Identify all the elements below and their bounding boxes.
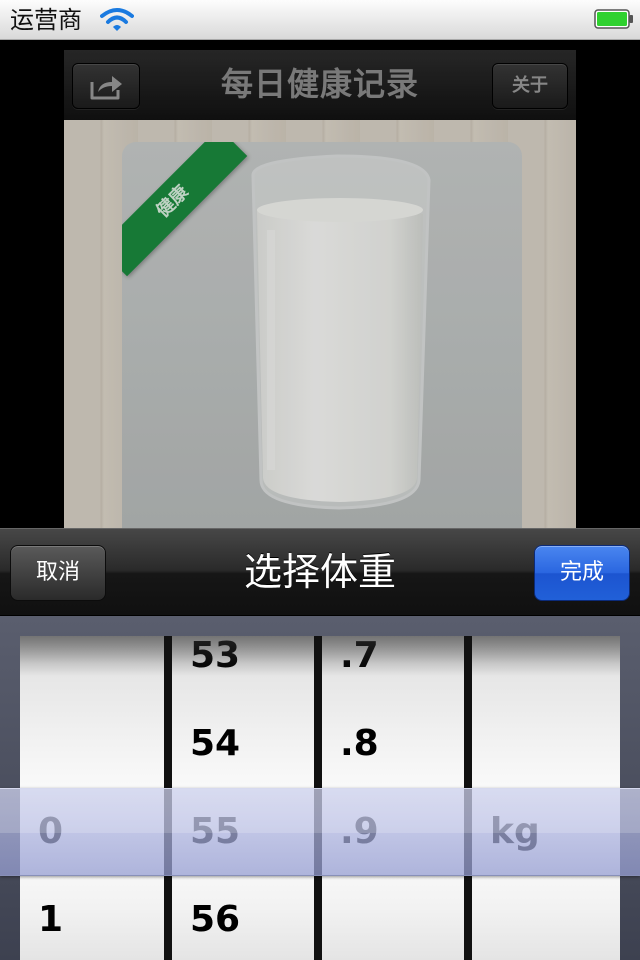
picker-row[interactable]: .8 (322, 700, 464, 788)
picker-row[interactable]: 1 (20, 876, 164, 960)
picker-row[interactable]: 53 (172, 636, 314, 700)
picker-row[interactable]: 56 (172, 876, 314, 960)
picker-wheel-units[interactable]: 53 54 55 56 (172, 636, 314, 960)
picker-wheel-decimal[interactable]: .7 .8 .9 (322, 636, 464, 960)
battery-full-icon (594, 9, 634, 29)
picker-row-selected[interactable]: kg (472, 788, 620, 876)
picker-row[interactable]: 54 (172, 700, 314, 788)
done-button[interactable]: 完成 (534, 545, 630, 601)
picker-row[interactable] (472, 700, 620, 788)
picker-row-selected[interactable]: 0 (20, 788, 164, 876)
picker-row[interactable] (20, 636, 164, 700)
picker-wheel-unit[interactable]: kg (472, 636, 620, 960)
picker-frame: 0 1 53 54 55 56 .7 .8 .9 kg (20, 636, 620, 960)
picker-row[interactable] (322, 876, 464, 960)
picker-toolbar: 取消 选择体重 完成 (0, 528, 640, 616)
picker-row[interactable] (472, 876, 620, 960)
picker-row-selected[interactable]: .9 (322, 788, 464, 876)
picker-row[interactable] (472, 636, 620, 700)
picker-wheel-hundreds[interactable]: 0 1 (20, 636, 164, 960)
wifi-icon (100, 6, 134, 34)
picker-row-selected[interactable]: 55 (172, 788, 314, 876)
weight-picker: 0 1 53 54 55 56 .7 .8 .9 kg (0, 616, 640, 960)
picker-row[interactable] (20, 700, 164, 788)
status-bar: 运营商 (0, 0, 640, 40)
app-screen: 每日健康记录 关于 健康 (64, 50, 576, 528)
picker-row[interactable]: .7 (322, 636, 464, 700)
carrier-name: 运营商 (10, 6, 82, 34)
